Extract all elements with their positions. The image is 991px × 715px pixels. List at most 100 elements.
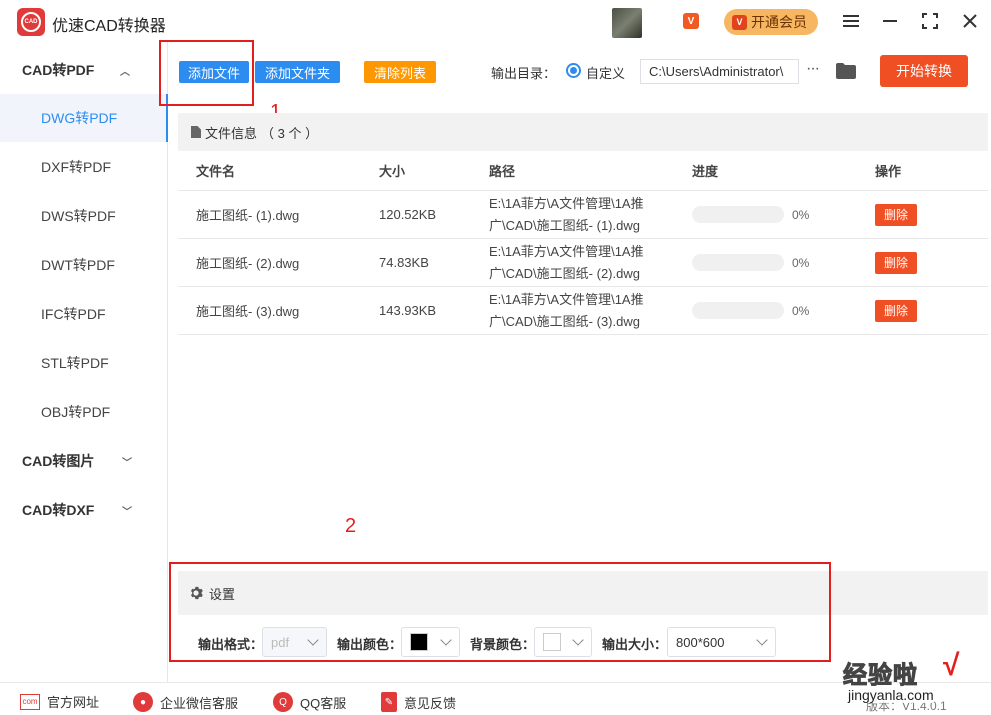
file-name: 施工图纸- (1).dwg: [196, 208, 300, 223]
annotation-label-2: 2: [345, 515, 357, 537]
delete-button[interactable]: 删除: [875, 251, 917, 274]
add-folder-button[interactable]: 添加文件夹: [255, 61, 340, 83]
file-path: E:\1A菲方\A文件管理\1A推 广\CAD\施工图纸- (2).dwg: [489, 239, 644, 286]
sidebar-item-dwg-to-pdf[interactable]: DWG转PDF: [0, 94, 168, 142]
watermark: 经验啦 √ jingyanla.com: [843, 649, 983, 713]
sidebar-group-label: CAD转图片: [22, 453, 95, 469]
file-info-header: 文件信息 （ 3 个 ）: [178, 113, 988, 151]
qq-icon: Q: [273, 692, 293, 712]
file-size: 120.52KB: [379, 207, 437, 222]
table-header: 文件名 大小 路径 进度 操作: [178, 151, 988, 191]
annotation-box-2: [169, 562, 831, 662]
sidebar-item-obj-to-pdf[interactable]: OBJ转PDF: [0, 388, 168, 436]
official-site-link[interactable]: com 官方网址: [20, 692, 99, 711]
custom-dir-label: 自定义: [586, 66, 626, 81]
file-count: （ 3 个 ）: [261, 125, 319, 141]
col-header-progress: 进度: [692, 164, 719, 179]
sidebar-group-cad-to-pdf[interactable]: CAD转PDF ︿: [0, 46, 168, 94]
action-cell: 删除: [875, 239, 917, 286]
sidebar-item-label: DWG转PDF: [41, 110, 118, 126]
table-row: 施工图纸- (1).dwg 120.52KB E:\1A菲方\A文件管理\1A推…: [178, 191, 988, 239]
watermark-url: jingyanla.com: [848, 687, 934, 703]
open-vip-button[interactable]: V 开通会员: [724, 9, 818, 35]
file-size: 74.83KB: [379, 255, 429, 270]
wechat-service-link[interactable]: ● 企业微信客服: [133, 692, 238, 712]
action-cell: 删除: [875, 191, 917, 238]
file-path: E:\1A菲方\A文件管理\1A推 广\CAD\施工图纸- (1).dwg: [489, 191, 644, 238]
folder-icon[interactable]: [836, 63, 856, 79]
wechat-service-label: 企业微信客服: [160, 695, 239, 711]
progress-percent: 0%: [792, 303, 810, 318]
clear-list-button[interactable]: 清除列表: [364, 61, 436, 83]
vip-icon: V: [732, 14, 747, 30]
feedback-icon: ✎: [381, 692, 397, 712]
delete-button[interactable]: 删除: [875, 203, 917, 226]
more-options-icon[interactable]: ···: [806, 60, 820, 78]
progress-bar: [692, 254, 784, 271]
sidebar-item-ifc-to-pdf[interactable]: IFC转PDF: [0, 290, 168, 338]
chevron-down-icon: ﹀: [122, 457, 132, 469]
feedback-label: 意见反馈: [404, 695, 457, 711]
progress-cell: 0%: [692, 239, 809, 286]
file-table: 文件名 大小 路径 进度 操作 施工图纸- (1).dwg 120.52KB E…: [178, 151, 988, 335]
progress-cell: 0%: [692, 287, 809, 334]
wechat-icon: ●: [133, 692, 153, 712]
sidebar-item-label: DXF转PDF: [41, 159, 111, 175]
col-header-size: 大小: [379, 164, 406, 179]
custom-dir-radio[interactable]: [566, 63, 581, 78]
sidebar-group-label: CAD转DXF: [22, 502, 95, 518]
menu-icon[interactable]: [840, 10, 862, 32]
app-title: 优速CAD转换器: [52, 18, 166, 35]
title-bar: CAD 优速CAD转换器 V V 开通会员: [0, 0, 991, 42]
progress-bar: [692, 302, 784, 319]
file-path-line: 广\CAD\施工图纸- (3).dwg: [489, 314, 640, 329]
file-name: 施工图纸- (3).dwg: [196, 304, 300, 319]
progress-percent: 0%: [792, 207, 810, 222]
output-path-input[interactable]: [640, 59, 799, 84]
sidebar-item-dws-to-pdf[interactable]: DWS转PDF: [0, 192, 168, 240]
sidebar-item-label: STL转PDF: [41, 355, 109, 371]
minimize-icon[interactable]: [879, 10, 901, 32]
sidebar-item-label: DWT转PDF: [41, 257, 115, 273]
chevron-up-icon: ︿: [120, 66, 130, 78]
file-size: 143.93KB: [379, 303, 437, 318]
annotation-box-1: [159, 40, 254, 106]
col-header-name: 文件名: [196, 164, 236, 179]
website-icon: com: [20, 693, 40, 710]
progress-cell: 0%: [692, 191, 809, 238]
sidebar: CAD转PDF ︿ DWG转PDF DXF转PDF DWS转PDF DWT转PD…: [0, 42, 168, 682]
maximize-icon[interactable]: [919, 10, 941, 32]
file-name: 施工图纸- (2).dwg: [196, 256, 300, 271]
qq-service-link[interactable]: Q QQ客服: [273, 692, 346, 712]
vip-badge-icon[interactable]: V: [683, 13, 699, 29]
user-avatar[interactable]: [612, 8, 642, 38]
sidebar-item-label: OBJ转PDF: [41, 404, 111, 420]
document-icon: [191, 126, 201, 138]
start-convert-button[interactable]: 开始转换: [880, 55, 968, 87]
sidebar-item-label: DWS转PDF: [41, 208, 116, 224]
table-row: 施工图纸- (3).dwg 143.93KB E:\1A菲方\A文件管理\1A推…: [178, 287, 988, 335]
col-header-path: 路径: [489, 164, 516, 179]
close-icon[interactable]: [959, 10, 981, 32]
sidebar-item-stl-to-pdf[interactable]: STL转PDF: [0, 339, 168, 387]
app-logo-icon: CAD: [17, 8, 45, 36]
action-cell: 删除: [875, 287, 917, 334]
progress-bar: [692, 206, 784, 223]
feedback-link[interactable]: ✎ 意见反馈: [381, 692, 456, 712]
file-path: E:\1A菲方\A文件管理\1A推 广\CAD\施工图纸- (3).dwg: [489, 287, 644, 334]
sidebar-group-cad-to-image[interactable]: CAD转图片 ﹀: [0, 437, 168, 485]
sidebar-item-dxf-to-pdf[interactable]: DXF转PDF: [0, 143, 168, 191]
file-path-line: E:\1A菲方\A文件管理\1A推: [489, 292, 644, 307]
watermark-check-icon: √: [943, 649, 960, 682]
file-info-label: 文件信息: [205, 125, 258, 141]
output-dir-label: 输出目录：: [491, 66, 557, 81]
sidebar-group-label: CAD转PDF: [22, 62, 95, 78]
sidebar-group-cad-to-dxf[interactable]: CAD转DXF ﹀: [0, 486, 168, 534]
qq-service-label: QQ客服: [300, 695, 347, 711]
delete-button[interactable]: 删除: [875, 299, 917, 322]
watermark-title: 经验啦: [843, 662, 918, 690]
official-site-label: 官方网址: [47, 695, 100, 710]
table-row: 施工图纸- (2).dwg 74.83KB E:\1A菲方\A文件管理\1A推 …: [178, 239, 988, 287]
sidebar-item-dwt-to-pdf[interactable]: DWT转PDF: [0, 241, 168, 289]
app-logo-text: CAD: [21, 12, 41, 32]
